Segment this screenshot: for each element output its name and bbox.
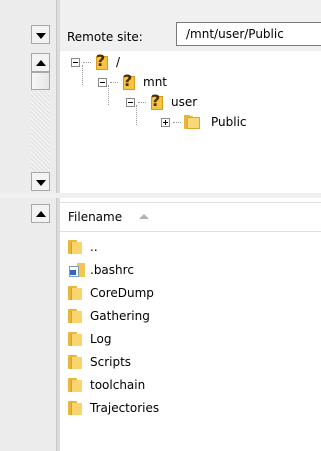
folder-icon (68, 285, 85, 300)
folder-icon (68, 239, 85, 254)
tree-node-label: / (116, 55, 121, 69)
file-name: .. (90, 239, 98, 254)
tree-node-label: mnt (143, 75, 167, 89)
file-row[interactable]: toolchain (68, 375, 145, 394)
file-name: .bashrc (90, 262, 134, 277)
folder-icon (68, 377, 85, 392)
chevron-down-icon (36, 33, 46, 39)
sort-ascending-icon (139, 214, 149, 219)
file-row[interactable]: .. (68, 237, 98, 256)
remote-file-list[interactable]: Filename .. .bashrc CoreDump Gathering L… (60, 198, 321, 451)
collapse-icon[interactable] (98, 77, 107, 87)
folder-icon (184, 115, 202, 129)
file-row[interactable]: CoreDump (68, 283, 154, 302)
file-name: Gathering (90, 308, 150, 323)
tree-node-root[interactable]: ? / (71, 51, 121, 71)
unknown-folder-icon: ? (121, 71, 137, 91)
tree-node-public[interactable]: Public (161, 113, 250, 131)
tree-node-mnt[interactable]: ? mnt (98, 71, 167, 91)
scroll-up-button[interactable] (31, 53, 50, 72)
local-list-scrollbar[interactable] (0, 198, 56, 451)
file-row[interactable]: Gathering (68, 306, 150, 325)
remote-directory-tree[interactable]: ? / ? mnt ? user Public (60, 51, 321, 193)
file-name: Scripts (90, 354, 132, 369)
folder-icon (68, 331, 85, 346)
file-row[interactable]: Scripts (68, 352, 131, 371)
column-header-label: Filename (68, 210, 123, 224)
file-name: CoreDump (90, 285, 154, 300)
column-header-filename[interactable]: Filename (60, 202, 321, 232)
remote-site-path-input[interactable]: /mnt/user/Public (176, 22, 321, 46)
local-tree-scrollbar[interactable] (0, 0, 56, 193)
scrollbar-thumb[interactable] (31, 72, 50, 90)
collapse-icon[interactable] (71, 57, 80, 67)
folder-icon (68, 308, 85, 323)
tree-connector (110, 81, 118, 83)
scroll-down-button[interactable] (31, 25, 50, 44)
file-name: Trajectories (90, 400, 160, 415)
expand-icon[interactable] (161, 117, 170, 127)
remote-site-label: Remote site: (67, 30, 143, 44)
chevron-up-icon (36, 211, 46, 217)
folder-icon (68, 400, 85, 415)
tree-node-label: Public (211, 115, 247, 129)
file-name: Log (90, 331, 112, 346)
collapse-icon[interactable] (126, 97, 135, 107)
file-row[interactable]: Trajectories (68, 398, 159, 417)
scroll-up-button[interactable] (31, 204, 50, 223)
file-icon (68, 262, 85, 277)
tree-connector (173, 121, 181, 123)
file-row[interactable]: Log (68, 329, 111, 348)
tree-connector (83, 61, 91, 63)
chevron-down-icon (36, 180, 46, 186)
file-name: toolchain (90, 377, 146, 392)
unknown-folder-icon: ? (149, 91, 165, 111)
scrollbar-track[interactable] (31, 90, 50, 172)
file-row[interactable]: .bashrc (68, 260, 134, 279)
unknown-folder-icon: ? (94, 51, 110, 71)
tree-node-user[interactable]: ? user (126, 91, 198, 111)
tree-connector (138, 101, 146, 103)
chevron-up-icon (36, 60, 46, 66)
tree-node-label: user (171, 95, 198, 109)
folder-icon (68, 354, 85, 369)
scroll-down-button[interactable] (31, 172, 50, 191)
